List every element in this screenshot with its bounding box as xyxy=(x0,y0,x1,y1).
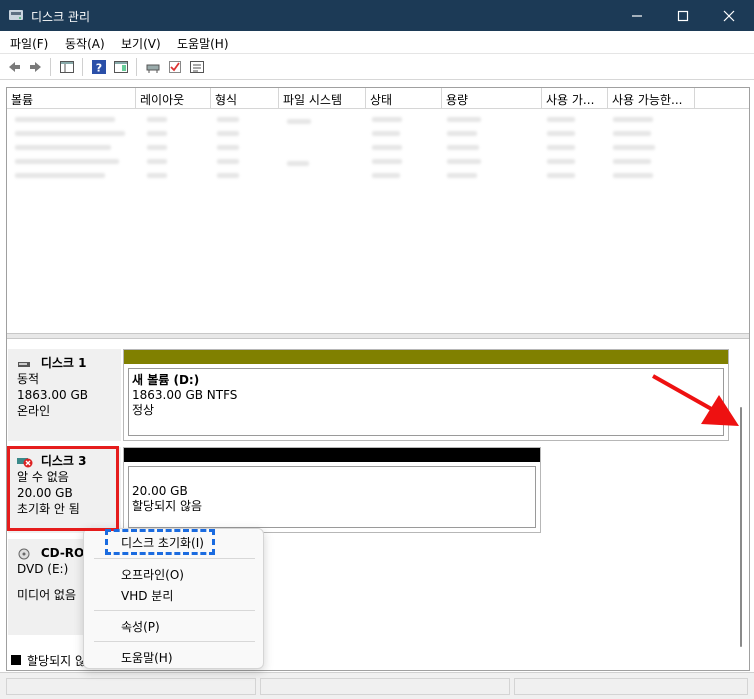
partition-new-volume-d[interactable]: 새 볼륨 (D:) 1863.00 GB NTFS 정상 xyxy=(123,349,729,441)
volume-list-rows-blurred xyxy=(7,109,749,333)
close-button[interactable] xyxy=(706,0,752,31)
disk-name: 디스크 1 xyxy=(40,356,87,370)
disk-type: 동적 xyxy=(17,372,40,386)
partition-state: 정상 xyxy=(132,403,155,417)
partition-info: 20.00 GB 할당되지 않음 xyxy=(128,466,536,528)
window-title: 디스크 관리 xyxy=(31,10,91,24)
maximize-button[interactable] xyxy=(660,0,706,31)
cd-rom-icon xyxy=(18,548,30,559)
column-free-space[interactable]: 사용 가... xyxy=(542,88,608,109)
partition-detail: 20.00 GB xyxy=(132,484,188,498)
toolbar-separator xyxy=(50,58,51,76)
forward-icon xyxy=(30,62,41,72)
minimize-icon xyxy=(632,14,642,17)
action-pane-icon xyxy=(114,61,128,73)
column-capacity[interactable]: 용량 xyxy=(442,88,542,109)
minimize-button[interactable] xyxy=(614,0,660,31)
status-cell xyxy=(514,678,748,695)
help-button[interactable]: ? xyxy=(90,58,108,76)
console-tree-button[interactable] xyxy=(58,58,76,76)
legend-swatch-unallocated xyxy=(11,655,21,665)
menu-item-offline[interactable]: 오프라인(O) xyxy=(121,566,184,583)
action-pane-button[interactable] xyxy=(112,58,130,76)
menu-item-detach-vhd[interactable]: VHD 분리 xyxy=(121,587,173,604)
menu-separator xyxy=(94,641,255,642)
disk-status: 온라인 xyxy=(17,404,51,418)
column-type[interactable]: 형식 xyxy=(211,88,279,109)
partition-unallocated[interactable]: 20.00 GB 할당되지 않음 xyxy=(123,447,541,533)
red-arrow-icon xyxy=(652,374,739,426)
toolbar-separator xyxy=(82,58,83,76)
status-cell xyxy=(6,678,256,695)
partition-stripe xyxy=(124,350,728,364)
status-bar xyxy=(0,672,754,699)
check-icon xyxy=(169,61,181,73)
svg-text:?: ? xyxy=(96,62,102,75)
help-icon: ? xyxy=(92,60,106,75)
menu-help[interactable]: 도움말(H) xyxy=(177,35,229,52)
partition-info: 새 볼륨 (D:) 1863.00 GB NTFS 정상 xyxy=(128,368,724,436)
back-icon xyxy=(9,62,20,72)
close-icon xyxy=(723,10,735,21)
menu-bar: 파일(F) 동작(A) 보기(V) 도움말(H) xyxy=(0,31,754,53)
menu-item-help[interactable]: 도움말(H) xyxy=(121,649,173,666)
back-button[interactable] xyxy=(5,58,23,76)
hard-disk-icon xyxy=(18,361,30,367)
highlight-box-initialize-disk xyxy=(105,529,215,555)
properties-icon xyxy=(190,61,204,73)
partition-state: 할당되지 않음 xyxy=(132,499,203,513)
disk-management-icon xyxy=(9,10,23,20)
column-layout[interactable]: 레이아웃 xyxy=(136,88,211,109)
disk-size: 1863.00 GB xyxy=(17,388,88,402)
menu-file[interactable]: 파일(F) xyxy=(10,35,48,52)
toolbar: ? xyxy=(0,53,754,80)
scrollbar-thumb[interactable] xyxy=(740,407,742,647)
partition-detail: 1863.00 GB NTFS xyxy=(132,388,238,402)
menu-item-properties[interactable]: 속성(P) xyxy=(121,618,160,635)
menu-action[interactable]: 동작(A) xyxy=(65,35,105,52)
connect-drive-icon xyxy=(146,64,160,73)
column-status[interactable]: 상태 xyxy=(366,88,442,109)
connect-drive-button[interactable] xyxy=(144,58,162,76)
disk-1-label[interactable]: 디스크 1 동적 1863.00 GB 온라인 xyxy=(8,349,121,441)
status-cell xyxy=(260,678,510,695)
partition-stripe xyxy=(124,448,540,462)
menu-view[interactable]: 보기(V) xyxy=(121,35,161,52)
menu-separator xyxy=(94,610,255,611)
menu-separator xyxy=(94,558,255,559)
show-hide-console-tree-icon xyxy=(60,61,74,73)
highlight-box-disk-3 xyxy=(7,446,119,531)
forward-button[interactable] xyxy=(27,58,45,76)
toolbar-separator xyxy=(136,58,137,76)
column-file-system[interactable]: 파일 시스템 xyxy=(279,88,366,109)
column-percent-free[interactable]: 사용 가능한... xyxy=(608,88,695,109)
properties-button[interactable] xyxy=(188,58,206,76)
maximize-icon xyxy=(677,10,689,21)
column-volume[interactable]: 볼륨 xyxy=(7,88,136,109)
check-button[interactable] xyxy=(166,58,184,76)
title-bar: 디스크 관리 xyxy=(0,0,754,31)
partition-title: 새 볼륨 (D:) xyxy=(132,373,200,387)
volume-list-header: 볼륨 레이아웃 형식 파일 시스템 상태 용량 사용 가... 사용 가능한..… xyxy=(7,88,749,109)
